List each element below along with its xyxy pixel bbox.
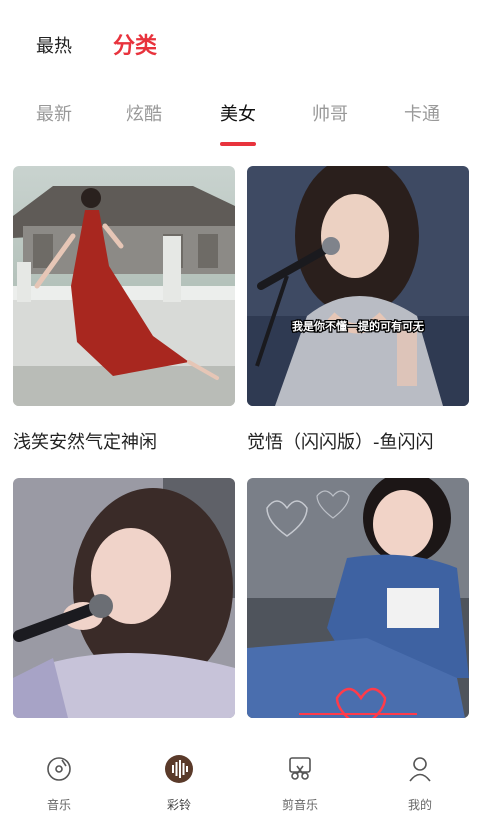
user-icon xyxy=(409,757,431,782)
nav-music[interactable]: 音乐 xyxy=(14,754,104,813)
bottom-nav: 音乐 彩铃 剪音乐 我的 xyxy=(0,740,480,828)
music-disc-icon xyxy=(47,757,71,781)
nav-ringback[interactable]: 彩铃 xyxy=(134,754,224,813)
tab-beauty-label: 美女 xyxy=(220,104,256,125)
tab-newest[interactable]: 最新 xyxy=(14,100,94,126)
tab-cartoon-label: 卡通 xyxy=(404,104,440,125)
tab-beauty[interactable]: 美女 xyxy=(198,100,278,146)
tab-cool-label: 炫酷 xyxy=(126,104,162,125)
tab-category[interactable]: 分类 xyxy=(113,28,157,60)
tab-hottest[interactable]: 最热 xyxy=(36,32,72,58)
video-caption: 我是你不懂一提的可有可无 xyxy=(292,319,424,333)
tab-cartoon[interactable]: 卡通 xyxy=(382,100,462,126)
ringtone-title: 浅笑安然气定神闲 xyxy=(13,432,157,453)
active-tab-underline xyxy=(220,142,256,146)
category-tab-bar: 最新 炫酷 美女 帅哥 卡通 xyxy=(0,92,480,152)
ringtone-title: 觉悟（闪闪版）-鱼闪闪 xyxy=(247,432,434,453)
tab-handsome-label: 帅哥 xyxy=(312,104,348,125)
tab-handsome[interactable]: 帅哥 xyxy=(290,100,370,126)
tab-newest-label: 最新 xyxy=(36,104,72,125)
nav-cut-music[interactable]: 剪音乐 xyxy=(255,754,345,813)
nav-profile-label: 我的 xyxy=(407,798,432,812)
ringtone-thumbnail[interactable]: 我是你不懂一提的可有可无 xyxy=(247,166,469,406)
soundwave-icon xyxy=(165,755,193,783)
top-tab-bar: 最热 分类 xyxy=(0,0,480,84)
nav-cut-music-label: 剪音乐 xyxy=(281,798,318,812)
ringtone-thumbnail[interactable] xyxy=(13,478,235,718)
scissors-icon xyxy=(289,757,311,780)
nav-profile[interactable]: 我的 xyxy=(375,754,465,813)
nav-ringback-label: 彩铃 xyxy=(166,798,191,812)
ringtone-thumbnail[interactable] xyxy=(247,478,469,718)
ringtone-thumbnail[interactable] xyxy=(13,166,235,406)
nav-music-label: 音乐 xyxy=(46,798,71,812)
tab-cool[interactable]: 炫酷 xyxy=(104,100,184,126)
